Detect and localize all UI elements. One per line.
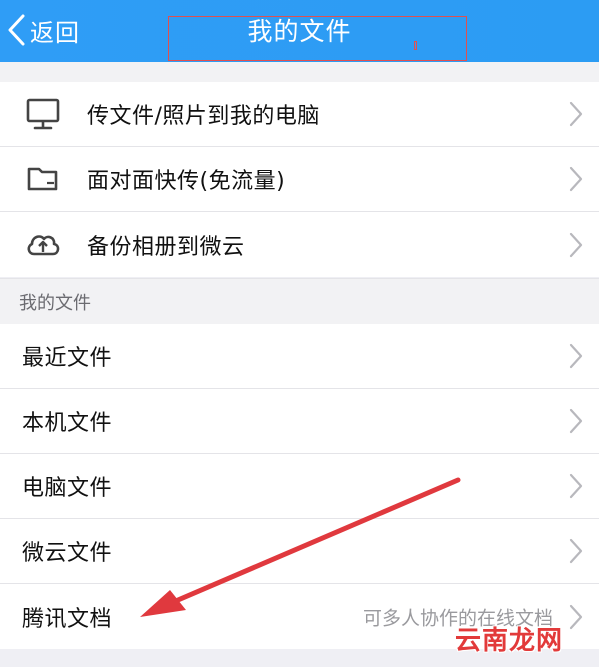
file-label: 微云文件 [22, 541, 113, 566]
file-row-recent[interactable]: 最近文件 [0, 324, 599, 389]
chevron-right-icon [569, 604, 583, 629]
files-list: 最近文件 本机文件 电脑文件 微云文件 腾讯文档 可多人协作的在线文档 [0, 324, 599, 649]
chevron-right-icon [569, 101, 583, 127]
tools-list: 传文件/照片到我的电脑 面对面快传(免流量) 备份相册到微云 [0, 82, 599, 277]
tool-label: 传文件/照片到我的电脑 [87, 104, 320, 129]
chevron-right-icon [569, 538, 583, 564]
annotation-highlight-box [168, 16, 467, 61]
tool-row-face-to-face-transfer[interactable]: 面对面快传(免流量) [0, 147, 599, 212]
navigation-bar: 返回 我的文件 [0, 0, 599, 62]
file-label: 腾讯文档 [22, 606, 113, 632]
top-spacer [0, 62, 599, 82]
folder-icon [27, 167, 58, 191]
file-row-weiyun[interactable]: 微云文件 [0, 519, 599, 584]
annotation-cursor-mark [414, 41, 417, 50]
chevron-right-icon [569, 166, 583, 192]
file-row-pc[interactable]: 电脑文件 [0, 454, 599, 519]
file-label: 最近文件 [22, 346, 113, 371]
watermark: 云南龙网 [454, 626, 563, 656]
section-header: 我的文件 [0, 278, 599, 324]
tool-label: 面对面快传(免流量) [87, 169, 286, 194]
file-label: 电脑文件 [22, 476, 113, 501]
tool-row-backup-album[interactable]: 备份相册到微云 [0, 212, 599, 277]
tool-row-send-to-pc[interactable]: 传文件/照片到我的电脑 [0, 82, 599, 147]
tool-label: 备份相册到微云 [87, 234, 245, 260]
monitor-icon [26, 98, 60, 130]
section-header-label: 我的文件 [19, 293, 91, 314]
chevron-right-icon [569, 473, 583, 499]
cloud-upload-icon [27, 234, 60, 255]
chevron-right-icon [569, 343, 583, 369]
file-label: 本机文件 [22, 411, 113, 436]
file-row-local[interactable]: 本机文件 [0, 389, 599, 454]
chevron-right-icon [569, 408, 583, 434]
chevron-right-icon [569, 232, 583, 257]
